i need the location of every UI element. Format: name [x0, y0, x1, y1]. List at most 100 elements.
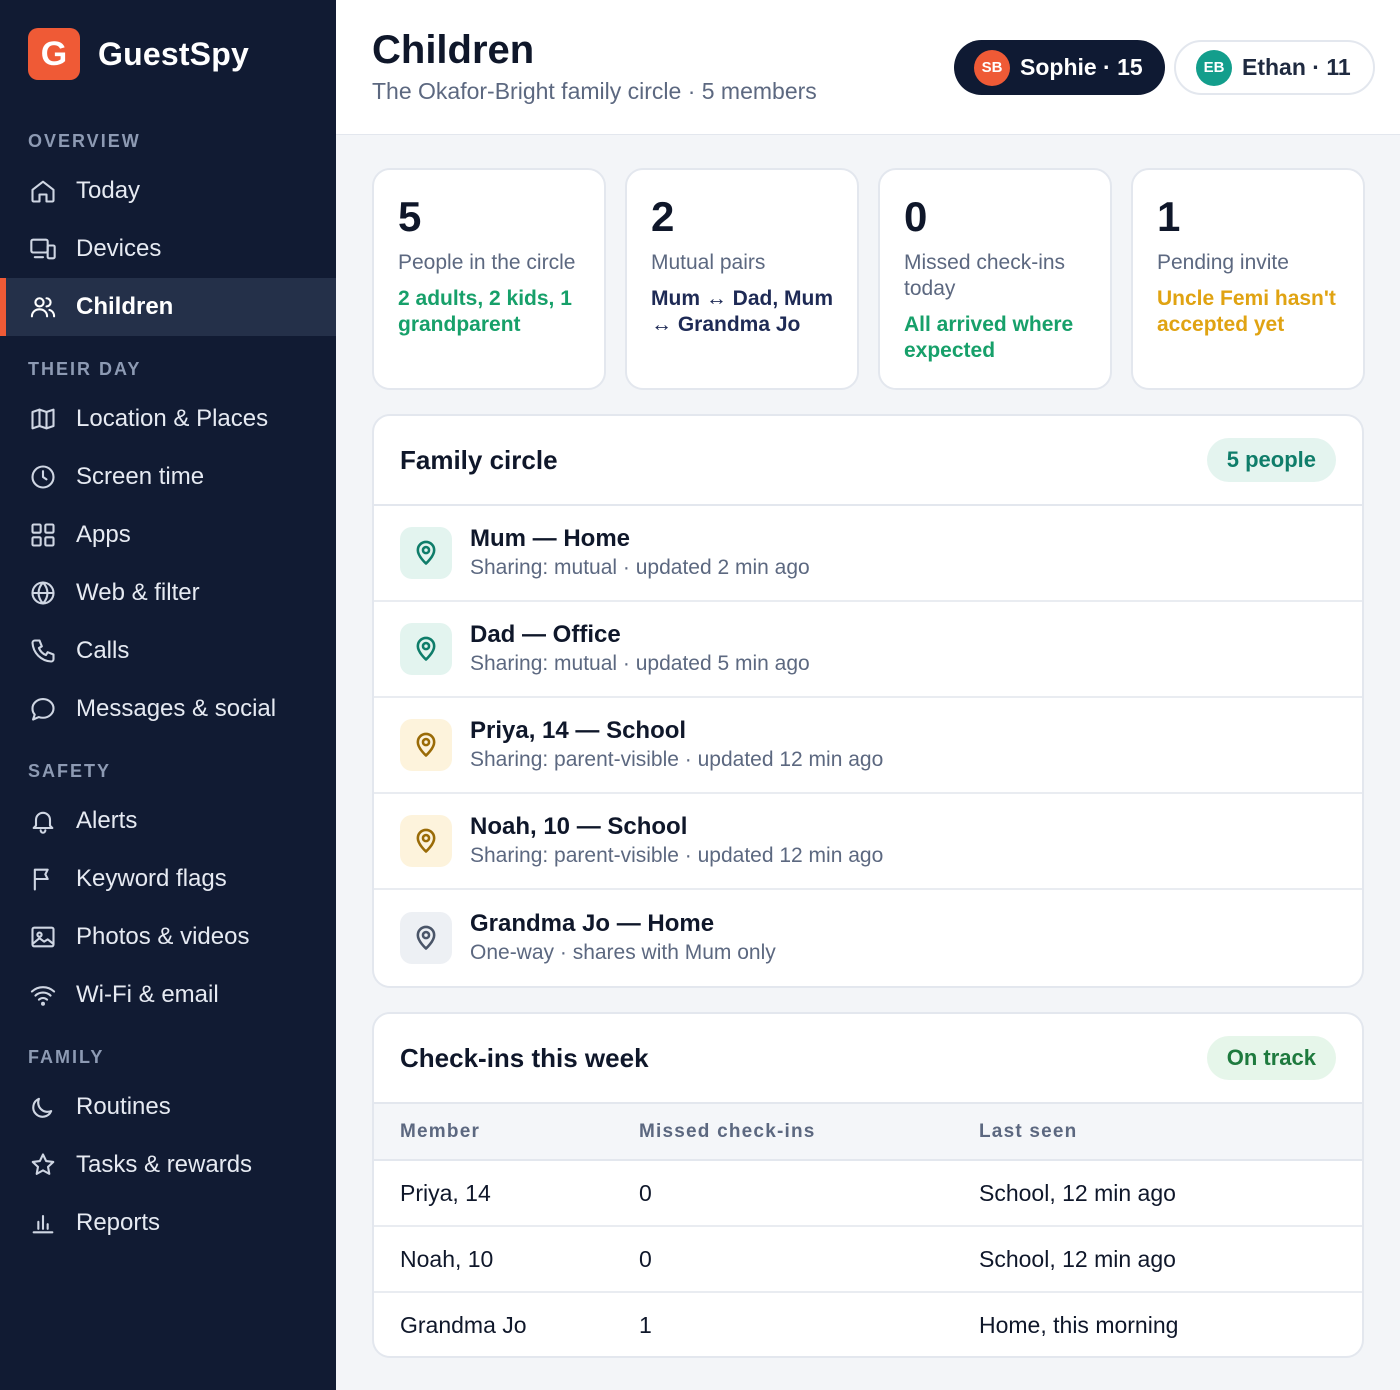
sidebar-item-label: Reports — [76, 1209, 161, 1236]
panel-header: Family circle 5 people — [374, 416, 1362, 506]
list-item[interactable]: Grandma Jo — Home One-way · shares with … — [374, 890, 1362, 986]
location-pin-icon — [400, 623, 452, 675]
member-name: Mum — Home — [470, 525, 631, 552]
devices-icon — [28, 234, 58, 264]
bar-chart-icon — [28, 1208, 58, 1238]
sidebar-item-reports[interactable]: Reports — [0, 1194, 336, 1252]
clock-icon — [28, 462, 58, 492]
sidebar-item-today[interactable]: Today — [0, 162, 336, 220]
stat-note: Mum ↔ Dad, Mum ↔ Grandma Jo — [651, 287, 833, 336]
family-circle-panel: Family circle 5 people Mum — Home Sharin… — [372, 414, 1364, 988]
list-item[interactable]: Mum — Home Sharing: mutual · updated 2 m… — [374, 506, 1362, 602]
member-meta: Sharing: mutual · updated 5 min ago — [470, 652, 810, 675]
people-count-badge: 5 people — [1206, 438, 1336, 482]
sidebar-item-photos[interactable]: Photos & videos — [0, 908, 336, 966]
chat-bubble-icon — [28, 694, 58, 724]
sidebar-item-label: Calls — [76, 637, 130, 664]
sidebar-item-label: Routines — [76, 1093, 171, 1120]
sidebar-item-label: Web & filter — [76, 579, 200, 606]
stat-card-missed-checkins: 0 Missed check-ins today All arrived whe… — [878, 168, 1112, 390]
column-header-missed: Missed check-ins — [639, 1104, 979, 1161]
table-row[interactable]: Noah, 10 0 School, 12 min ago — [374, 1226, 1362, 1293]
location-pin-icon — [400, 912, 452, 964]
sidebar-item-apps[interactable]: Apps — [0, 506, 336, 564]
table-row[interactable]: Priya, 14 0 School, 12 min ago — [374, 1160, 1362, 1227]
avatar: SB — [974, 49, 1010, 86]
member-meta: One-way · shares with Mum only — [470, 941, 776, 964]
sidebar-item-location[interactable]: Location & Places — [0, 390, 336, 448]
list-item[interactable]: Noah, 10 — School Sharing: parent-visibl… — [374, 794, 1362, 890]
member-name: Grandma Jo — Home — [470, 910, 715, 937]
stat-card-people: 5 People in the circle 2 adults, 2 kids,… — [372, 168, 606, 390]
sidebar-item-label: Photos & videos — [76, 923, 250, 950]
stat-note: Uncle Femi hasn't accepted yet — [1157, 287, 1336, 336]
users-icon — [28, 292, 58, 322]
member-name: Priya, 14 — School — [470, 717, 687, 744]
sidebar-item-calls[interactable]: Calls — [0, 622, 336, 680]
panel-title: Family circle — [400, 444, 558, 475]
nav-section-their-day: THEIR DAY — [28, 359, 142, 379]
list-item[interactable]: Priya, 14 — School Sharing: parent-visib… — [374, 698, 1362, 794]
star-icon — [28, 1150, 58, 1180]
table-row[interactable]: Grandma Jo 1 Home, this morning — [374, 1292, 1362, 1356]
sidebar-item-label: Location & Places — [76, 405, 269, 432]
profile-switch-sophie[interactable]: SB Sophie · 15 — [954, 40, 1165, 95]
brand-logo: G — [28, 28, 80, 80]
stat-label: Missed check-ins today — [904, 251, 1066, 300]
sidebar-item-label: Today — [76, 177, 141, 204]
brand-name: GuestSpy — [98, 35, 249, 72]
profile-switch-ethan[interactable]: EB Ethan · 11 — [1174, 40, 1375, 95]
brand[interactable]: G GuestSpy — [28, 28, 249, 80]
flag-icon — [28, 864, 58, 894]
sidebar-item-label: Alerts — [76, 807, 138, 834]
stat-value: 5 — [398, 193, 422, 240]
moon-icon — [28, 1092, 58, 1122]
sidebar-item-label: Tasks & rewards — [76, 1151, 253, 1178]
stat-card-mutual-pairs: 2 Mutual pairs Mum ↔ Dad, Mum ↔ Grandma … — [625, 168, 859, 390]
sidebar-item-label: Screen time — [76, 463, 205, 490]
member-meta: Sharing: parent-visible · updated 12 min… — [470, 748, 884, 771]
avatar: EB — [1196, 49, 1232, 86]
page-subtitle: The Okafor-Bright family circle · 5 memb… — [372, 78, 817, 104]
cell-last-seen: School, 12 min ago — [979, 1160, 1362, 1227]
sidebar-item-label: Wi-Fi & email — [76, 981, 219, 1008]
stat-label: People in the circle — [398, 251, 576, 274]
home-icon — [28, 176, 58, 206]
sidebar-item-routines[interactable]: Routines — [0, 1078, 336, 1136]
profile-label: Sophie · 15 — [1020, 54, 1143, 80]
sidebar-item-screen-time[interactable]: Screen time — [0, 448, 336, 506]
page-title: Children — [372, 28, 535, 72]
stat-value: 0 — [904, 193, 928, 240]
cell-last-seen: School, 12 min ago — [979, 1226, 1362, 1293]
image-icon — [28, 922, 58, 952]
checkins-panel: Check-ins this week On track Member Miss… — [372, 1012, 1364, 1358]
status-badge: On track — [1206, 1036, 1336, 1080]
sidebar-item-tasks[interactable]: Tasks & rewards — [0, 1136, 336, 1194]
panel-header: Check-ins this week On track — [374, 1014, 1362, 1104]
sidebar-item-keyword-flags[interactable]: Keyword flags — [0, 850, 336, 908]
stat-label: Pending invite — [1157, 251, 1289, 274]
member-meta: Sharing: mutual · updated 2 min ago — [470, 556, 810, 579]
cell-last-seen: Home, this morning — [979, 1312, 1179, 1338]
stat-label: Mutual pairs — [651, 251, 766, 274]
sidebar-item-web-filter[interactable]: Web & filter — [0, 564, 336, 622]
cell-member: Priya, 14 — [374, 1160, 639, 1227]
phone-icon — [28, 636, 58, 666]
nav-section-family: FAMILY — [28, 1047, 105, 1067]
location-pin-icon — [400, 527, 452, 579]
stat-note: All arrived where expected — [904, 313, 1074, 362]
sidebar-item-wifi-email[interactable]: Wi-Fi & email — [0, 966, 336, 1024]
checkins-table: Member Missed check-ins Last seen Priya,… — [374, 1104, 1362, 1356]
cell-missed: 0 — [639, 1160, 979, 1227]
sidebar: G GuestSpy OVERVIEW Today Devices Childr… — [0, 0, 336, 1390]
member-name: Dad — Office — [470, 621, 621, 648]
map-icon — [28, 404, 58, 434]
sidebar-item-messages[interactable]: Messages & social — [0, 680, 336, 738]
sidebar-item-children[interactable]: Children — [0, 278, 336, 336]
sidebar-item-devices[interactable]: Devices — [0, 220, 336, 278]
sidebar-item-alerts[interactable]: Alerts — [0, 792, 336, 850]
globe-icon — [28, 578, 58, 608]
list-item[interactable]: Dad — Office Sharing: mutual · updated 5… — [374, 602, 1362, 698]
cell-member: Grandma Jo — [400, 1312, 527, 1338]
member-name: Noah, 10 — School — [470, 813, 688, 840]
